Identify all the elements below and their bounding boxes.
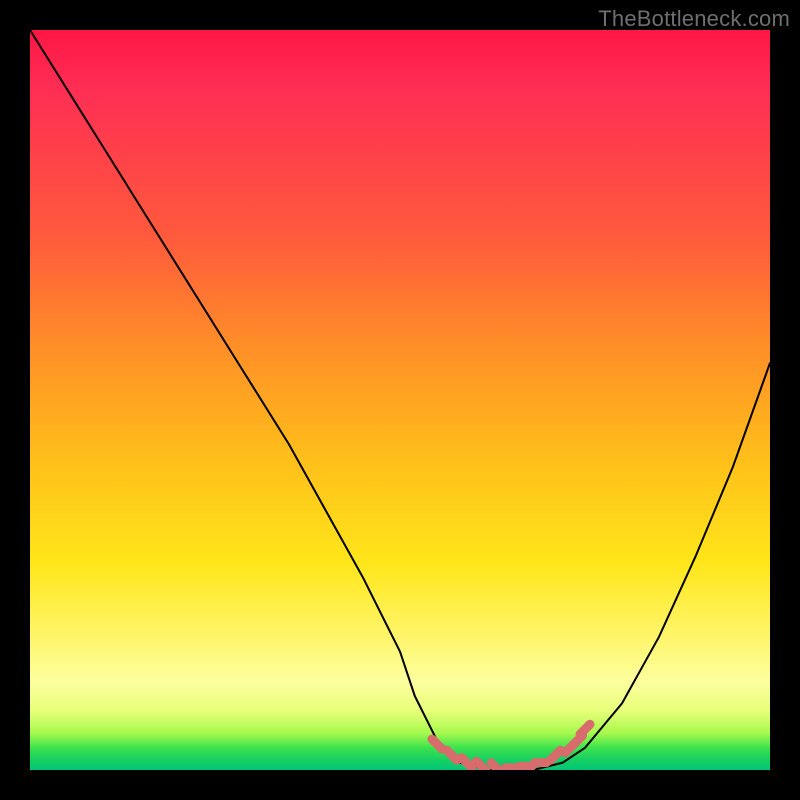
- optimal-marker: [476, 761, 486, 770]
- optimal-marker: [432, 739, 442, 749]
- optimal-marker: [462, 758, 472, 768]
- bottleneck-curve: [30, 30, 770, 770]
- optimal-marker: [550, 750, 560, 760]
- chart-plot-area: [30, 30, 770, 770]
- watermark-text: TheBottleneck.com: [598, 6, 790, 32]
- optimal-marker: [580, 724, 590, 734]
- chart-svg: [30, 30, 770, 770]
- optimal-marker: [491, 763, 501, 770]
- optimal-range-markers: [432, 724, 590, 770]
- chart-frame: TheBottleneck.com: [0, 0, 800, 800]
- optimal-marker: [447, 750, 457, 760]
